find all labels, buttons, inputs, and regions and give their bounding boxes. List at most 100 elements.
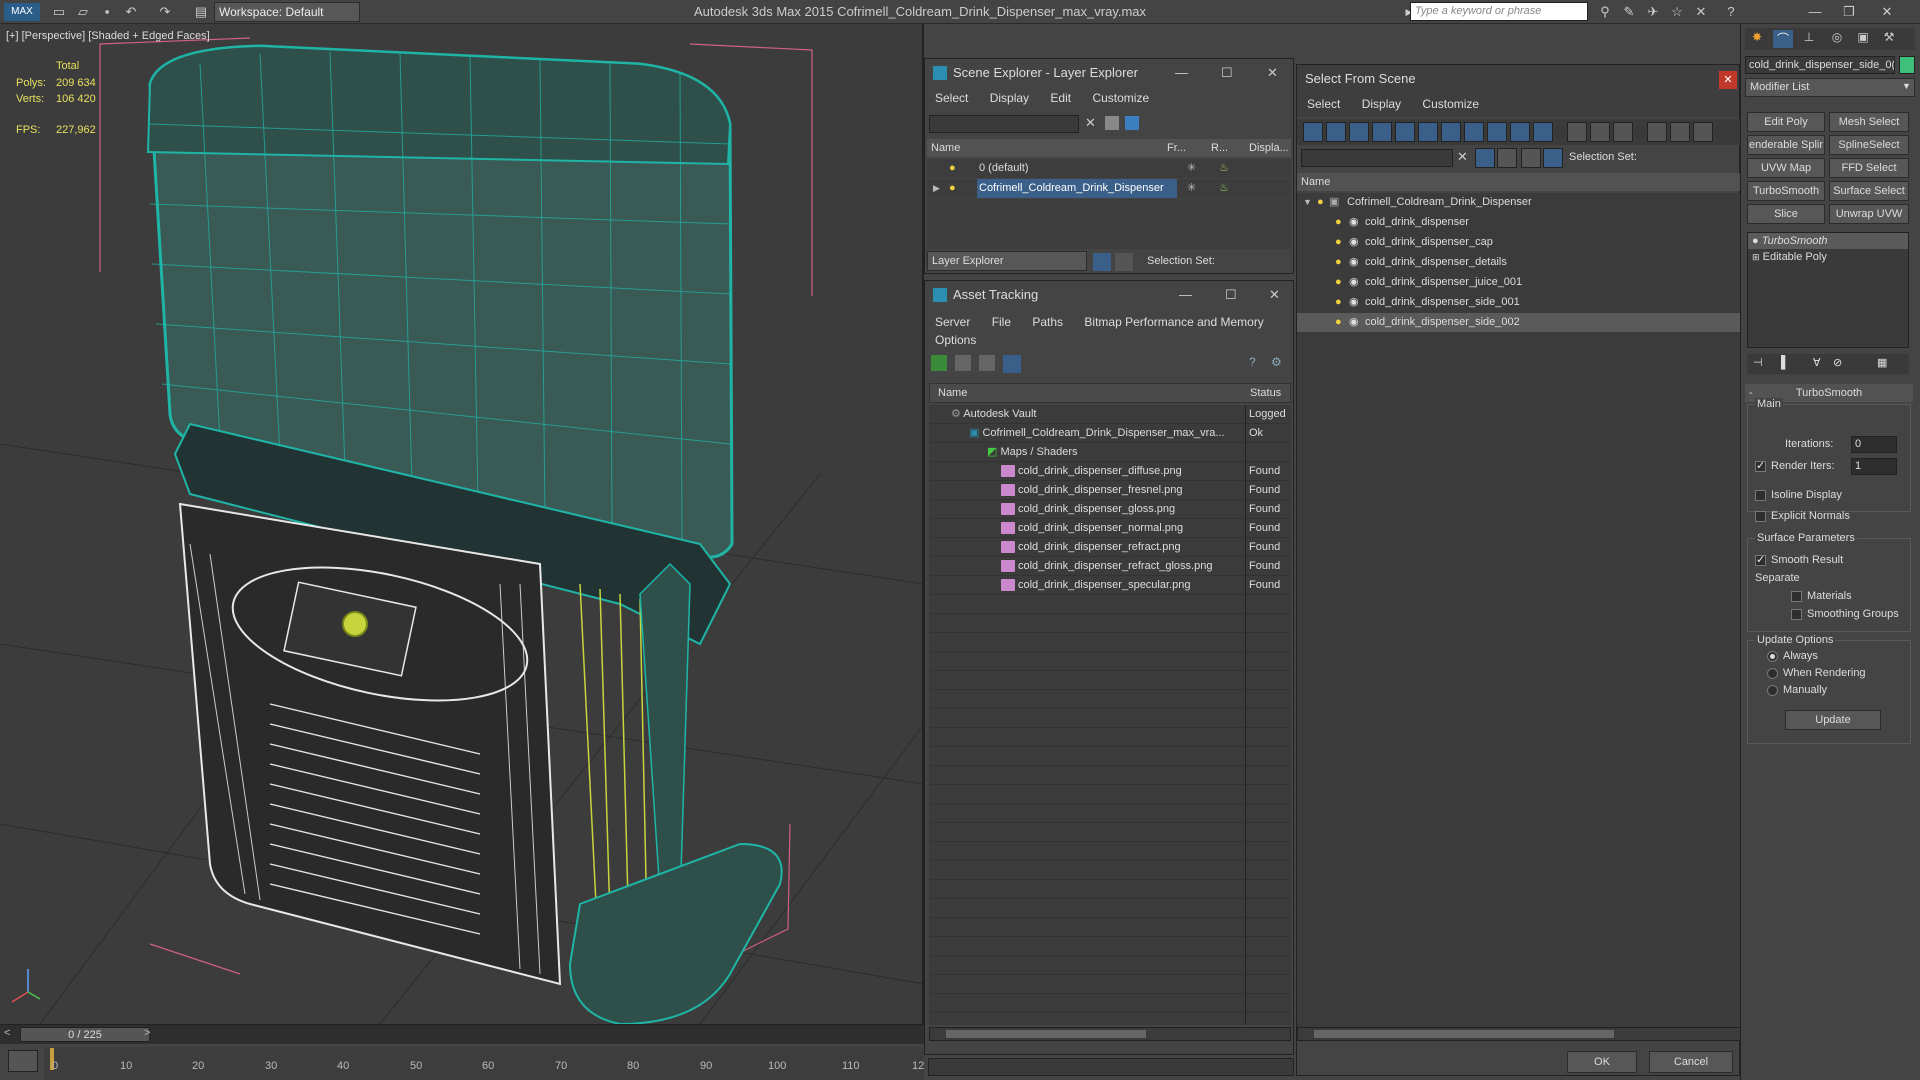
close-icon[interactable]: ✕ <box>1878 3 1896 21</box>
render-iters-spinner[interactable]: 1 <box>1851 458 1897 475</box>
object-name[interactable]: cold_drink_dispenser_details <box>1365 253 1507 272</box>
freeze-icon[interactable]: ✳ <box>1187 159 1196 178</box>
col-status[interactable]: Status <box>1250 384 1281 402</box>
remove-modifier-icon[interactable]: ⊘ <box>1833 356 1842 369</box>
stack-item-turbosmooth[interactable]: ● TurboSmooth <box>1748 233 1908 249</box>
select-invert-icon[interactable] <box>1613 122 1633 142</box>
layer-row[interactable]: ▶ ● Cofrimell_Coldream_Drink_Dispenser ✳… <box>927 179 1291 198</box>
tree-root-label[interactable]: Cofrimell_Coldream_Drink_Dispenser <box>1347 193 1532 212</box>
lightbulb-icon[interactable]: ● <box>1748 235 1759 247</box>
object-search-input[interactable] <box>1301 149 1453 167</box>
lightbulb-icon[interactable]: ● <box>1335 233 1342 252</box>
explicit-normals-row[interactable]: Explicit Normals <box>1755 510 1850 522</box>
list-item[interactable]: ● ◉ cold_drink_dispenser_juice_001 <box>1297 273 1741 292</box>
horizontal-scrollbar[interactable] <box>929 1027 1291 1041</box>
col-render[interactable]: R... <box>1211 139 1228 157</box>
close-icon[interactable]: ✕ <box>1719 71 1737 89</box>
hierarchy-tab-icon[interactable]: ⊥ <box>1799 30 1819 48</box>
configure-sets-icon[interactable]: ▦ <box>1877 356 1887 369</box>
lightbulb-icon[interactable]: ● <box>1335 273 1342 292</box>
render-iters-row[interactable]: Render Iters: <box>1755 459 1835 472</box>
select-none-icon[interactable] <box>1590 122 1610 142</box>
materials-row[interactable]: Materials <box>1791 590 1852 602</box>
object-name[interactable]: cold_drink_dispenser <box>1365 213 1469 232</box>
clear-search-icon[interactable]: ✕ <box>1457 149 1468 165</box>
layer-name[interactable]: 0 (default) <box>979 159 1029 178</box>
undo-icon[interactable]: ↶ <box>122 3 140 21</box>
filter-helpers-icon[interactable] <box>1395 122 1415 142</box>
renderable-spline-button[interactable]: enderable Splir <box>1747 135 1825 155</box>
filter-shapes-icon[interactable] <box>1326 122 1346 142</box>
select-all-icon[interactable] <box>1567 122 1587 142</box>
subscription-icon[interactable]: ✎ <box>1620 3 1638 21</box>
scrollbar-thumb[interactable] <box>1314 1030 1614 1038</box>
tree-root-row[interactable]: ▼ ● ▣ Cofrimell_Coldream_Drink_Dispenser <box>1297 193 1741 212</box>
update-button[interactable]: Update <box>1785 710 1881 730</box>
render-iters-checkbox[interactable] <box>1755 459 1766 472</box>
workspace-selector[interactable]: Workspace: Default <box>214 2 360 22</box>
table-view-icon[interactable] <box>1003 355 1021 373</box>
table-row[interactable]: ▣ Cofrimell_Coldream_Drink_Dispenser_max… <box>929 424 1293 443</box>
uvw-map-button[interactable]: UVW Map <box>1747 158 1825 178</box>
layer-row[interactable]: ● 0 (default) ✳ ♨ <box>927 159 1291 178</box>
perspective-viewport[interactable] <box>0 24 924 1024</box>
filter-funnel-icon[interactable] <box>1647 122 1667 142</box>
table-row[interactable]: cold_drink_dispenser_specular.png Found <box>929 576 1293 595</box>
list-view-icon[interactable] <box>955 355 971 371</box>
filter-containers-icon[interactable] <box>1510 122 1530 142</box>
new-file-icon[interactable]: ▭ <box>50 3 68 21</box>
scene-explorer-title-bar[interactable]: Scene Explorer - Layer Explorer — ☐ ✕ <box>925 59 1293 87</box>
filter-geometry-icon[interactable] <box>1303 122 1323 142</box>
table-row[interactable]: ◩ Maps / Shaders <box>929 443 1293 462</box>
isoline-row[interactable]: Isoline Display <box>1755 489 1842 501</box>
ffd-select-button[interactable]: FFD Select <box>1829 158 1909 178</box>
stack-item-editable-poly[interactable]: ⊞ Editable Poly <box>1748 249 1908 265</box>
prev-frame-icon[interactable]: < <box>4 1027 10 1039</box>
freeze-icon[interactable]: ✳ <box>1187 179 1196 198</box>
collapse-arrow-icon[interactable]: ▼ <box>1303 193 1312 212</box>
ok-button[interactable]: OK <box>1567 1051 1637 1073</box>
filter-active-icon[interactable] <box>1475 148 1495 168</box>
utilities-tab-icon[interactable]: ⚒ <box>1879 30 1899 48</box>
col-freeze[interactable]: Fr... <box>1167 139 1186 157</box>
unwrap-uvw-button[interactable]: Unwrap UVW <box>1829 204 1909 224</box>
menu-bitmap-performance[interactable]: Bitmap Performance and Memory <box>1084 315 1263 329</box>
asset-tracking-title-bar[interactable]: Asset Tracking — ☐ ✕ <box>925 281 1293 309</box>
list-item[interactable]: ● ◉ cold_drink_dispenser <box>1297 213 1741 232</box>
smoothing-groups-row[interactable]: Smoothing Groups <box>1791 608 1899 620</box>
maximize-icon[interactable]: ☐ <box>1221 65 1233 81</box>
edit-poly-button[interactable]: Edit Poly <box>1747 112 1825 132</box>
binoculars-icon[interactable]: ⚲ <box>1596 3 1614 21</box>
cancel-button[interactable]: Cancel <box>1649 1051 1733 1073</box>
col-name[interactable]: Name <box>931 142 960 154</box>
smoothing-groups-checkbox[interactable] <box>1791 608 1802 620</box>
refresh-icon[interactable] <box>931 355 947 371</box>
hierarchy-mode-icon[interactable] <box>1115 253 1133 271</box>
table-row[interactable]: cold_drink_dispenser_diffuse.png Found <box>929 462 1293 481</box>
object-name[interactable]: cold_drink_dispenser_juice_001 <box>1365 273 1522 292</box>
col-name[interactable]: Name <box>934 387 967 399</box>
lightbulb-icon[interactable]: ● <box>1335 213 1342 232</box>
time-slider[interactable]: 0 / 225 <box>20 1027 150 1042</box>
filter-lights-icon[interactable] <box>1349 122 1369 142</box>
minimize-icon[interactable]: — <box>1175 65 1188 80</box>
object-name[interactable]: cold_drink_dispenser_side_002 <box>1365 313 1520 332</box>
isoline-checkbox[interactable] <box>1755 489 1766 501</box>
menu-display[interactable]: Display <box>990 91 1029 105</box>
help-icon[interactable]: ? <box>1249 355 1256 369</box>
mesh-select-button[interactable]: Mesh Select <box>1829 112 1909 132</box>
always-radio[interactable] <box>1767 650 1778 662</box>
modifier-list-dropdown[interactable]: Modifier List ▼ <box>1745 78 1915 97</box>
asset-path-field[interactable] <box>928 1058 1294 1076</box>
list-item-selected[interactable]: ● ◉ cold_drink_dispenser_side_002 <box>1297 313 1741 332</box>
favorites-icon[interactable]: ☆ <box>1668 3 1686 21</box>
render-teapot-icon[interactable]: ♨ <box>1219 179 1229 198</box>
make-unique-icon[interactable]: ∀ <box>1813 356 1821 369</box>
viewport-label[interactable]: [+] [Perspective] [Shaded + Edged Faces] <box>6 30 210 42</box>
col-display[interactable]: Displa... <box>1249 139 1289 157</box>
layer-mode-icon[interactable] <box>1093 253 1111 271</box>
spline-select-button[interactable]: SplineSelect <box>1829 135 1909 155</box>
modify-tab-icon[interactable]: ⌒ <box>1773 30 1793 48</box>
select-from-scene-title-bar[interactable]: Select From Scene ✕ <box>1297 65 1739 93</box>
menu-display[interactable]: Display <box>1362 97 1401 111</box>
